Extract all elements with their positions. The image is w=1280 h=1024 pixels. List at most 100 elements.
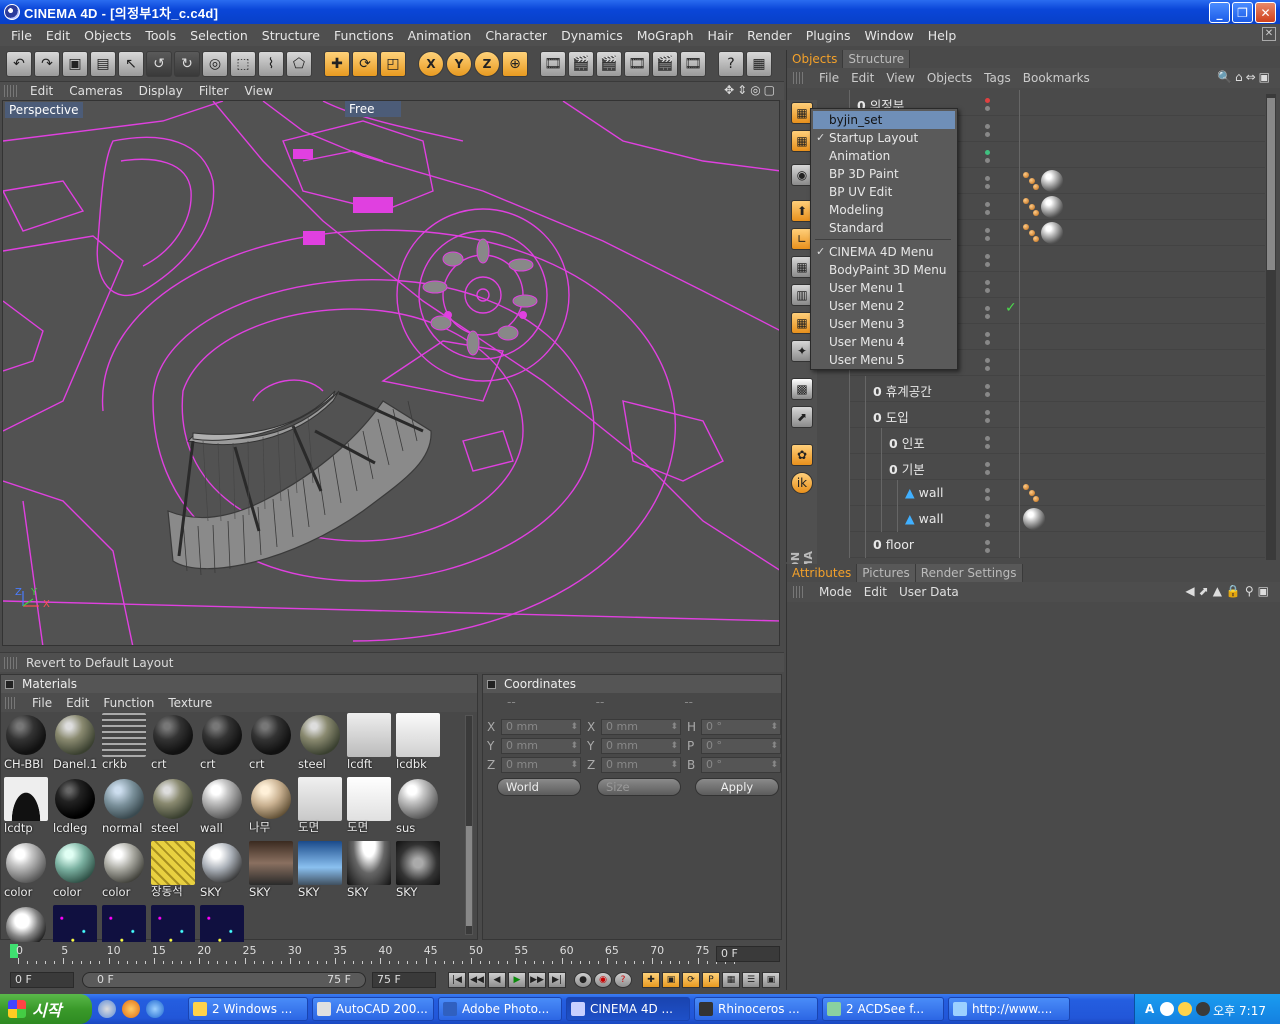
size-y-field[interactable]: 0 mm xyxy=(601,738,681,754)
visibility-dots[interactable] xyxy=(985,98,990,111)
taskbar-button[interactable]: 2 Windows ... xyxy=(188,997,308,1021)
materials-scrollbar[interactable] xyxy=(465,715,473,935)
material-swatch[interactable]: SKY xyxy=(248,841,294,901)
prev-frame-button[interactable]: ◀ xyxy=(488,972,506,988)
render-queue-icon[interactable]: 🎬 xyxy=(652,50,678,77)
language-indicator[interactable]: A xyxy=(1145,1002,1154,1016)
material-swatch[interactable]: 도면 xyxy=(346,777,392,837)
next-key-button[interactable]: ▶▶ xyxy=(528,972,546,988)
rotation-b-field[interactable]: 0 ° xyxy=(701,757,781,773)
layout-menu-item[interactable]: User Menu 5 xyxy=(813,351,955,369)
material-swatch[interactable]: sus xyxy=(395,777,441,837)
material-swatch[interactable]: crt xyxy=(199,713,245,773)
material-swatch[interactable]: SKY xyxy=(199,841,245,901)
messenger-icon[interactable] xyxy=(1178,1002,1193,1016)
key-position-icon[interactable]: ✚ xyxy=(642,972,660,988)
render-visibility-dot[interactable] xyxy=(985,210,990,215)
render-visibility-dot[interactable] xyxy=(985,288,990,293)
object-row[interactable]: 0 도입 xyxy=(849,402,1265,428)
material-swatch[interactable]: CH-BBl xyxy=(3,713,49,773)
editor-visibility-dot[interactable] xyxy=(985,332,990,337)
position-x-field[interactable]: 0 mm xyxy=(501,719,581,735)
om-menu-tags[interactable]: Tags xyxy=(978,71,1017,85)
revert-layout-button[interactable]: Revert to Default Layout xyxy=(26,656,173,670)
close-button[interactable]: ✕ xyxy=(1255,2,1276,23)
layout-menu-item[interactable]: ✓ Startup Layout xyxy=(813,129,955,147)
material-swatch[interactable]: lcdft xyxy=(346,713,392,773)
scheme-icon[interactable]: ☰ xyxy=(742,972,760,988)
visibility-dots[interactable] xyxy=(985,384,990,397)
viewport-menu-edit[interactable]: Edit xyxy=(22,84,61,98)
material-swatch[interactable]: crkb xyxy=(101,713,147,773)
key-pla-icon[interactable]: ▦ xyxy=(722,972,740,988)
editor-visibility-dot[interactable] xyxy=(985,176,990,181)
menu-character[interactable]: Character xyxy=(478,28,554,43)
editor-visibility-dot[interactable] xyxy=(985,358,990,363)
material-swatch[interactable]: 도면 xyxy=(297,777,343,837)
visibility-dots[interactable] xyxy=(985,176,990,189)
apply-button[interactable]: Apply xyxy=(695,778,779,796)
visibility-dots[interactable] xyxy=(985,436,990,449)
render-visibility-dot[interactable] xyxy=(985,262,990,267)
editor-visibility-dot[interactable] xyxy=(985,228,990,233)
object-row[interactable]: 0 인포 xyxy=(849,428,1265,454)
visibility-dots[interactable] xyxy=(985,254,990,267)
editor-visibility-dot[interactable] xyxy=(985,436,990,441)
editor-visibility-dot[interactable] xyxy=(985,280,990,285)
start-button[interactable]: 시작 xyxy=(0,994,92,1024)
object-row[interactable]: ▲ wall xyxy=(849,480,1265,506)
viewport-nav-icons[interactable]: ✥⇕◎▢ xyxy=(724,83,778,97)
material-swatch[interactable]: lcdtp xyxy=(3,777,49,837)
position-y-field[interactable]: 0 mm xyxy=(501,738,581,754)
move-icon[interactable]: ✚ xyxy=(324,50,350,77)
material-swatch[interactable]: lcdbk xyxy=(395,713,441,773)
object-tree-scrollbar[interactable] xyxy=(1266,94,1276,560)
goto-end-button[interactable]: ▶| xyxy=(548,972,566,988)
material-swatch[interactable]: Danel.1 xyxy=(52,713,98,773)
editor-visibility-dot[interactable] xyxy=(985,254,990,259)
grip-icon[interactable] xyxy=(5,696,17,709)
editor-visibility-dot[interactable] xyxy=(985,488,990,493)
end-frame-field[interactable]: 75 F xyxy=(372,972,436,988)
visibility-dots[interactable] xyxy=(985,358,990,371)
world-coords-icon[interactable]: ⊕ xyxy=(502,50,528,77)
enabled-check-icon[interactable]: ✓ xyxy=(1005,300,1017,316)
object-node[interactable]: 0 인포 xyxy=(889,433,925,452)
material-swatch[interactable]: normal xyxy=(101,777,147,837)
keyframe-selection-icon[interactable]: ? xyxy=(614,972,632,988)
network-icon[interactable] xyxy=(1160,1002,1175,1016)
layout-menu-item[interactable]: Modeling xyxy=(813,201,955,219)
material-swatch[interactable]: color xyxy=(101,841,147,901)
material-tag-icon[interactable] xyxy=(1041,196,1063,218)
menu-window[interactable]: Window xyxy=(857,28,920,43)
size-z-field[interactable]: 0 mm xyxy=(601,757,681,773)
poly-select-icon[interactable]: ⬠ xyxy=(286,50,312,77)
undo-icon[interactable]: ↶ xyxy=(6,50,32,77)
object-node[interactable]: 0 floor xyxy=(873,537,914,552)
object-node[interactable]: 0 기본 xyxy=(889,459,925,478)
grip-icon[interactable] xyxy=(4,85,18,97)
goto-start-button[interactable]: |◀ xyxy=(448,972,466,988)
material-swatch[interactable]: wall xyxy=(199,777,245,837)
tab-render-settings[interactable]: Render Settings xyxy=(915,564,1023,582)
menu-dynamics[interactable]: Dynamics xyxy=(554,28,630,43)
visibility-dots[interactable] xyxy=(985,150,990,163)
material-swatch[interactable]: 장동석 xyxy=(150,841,196,901)
tab-objects[interactable]: Objects xyxy=(787,50,844,68)
attr-menu-mode[interactable]: Mode xyxy=(813,585,858,599)
grip-icon[interactable] xyxy=(793,586,805,598)
om-nav-icons[interactable]: 🔍⌂⇔▣ xyxy=(1217,70,1273,84)
layout-menu-item[interactable]: Standard xyxy=(813,219,955,237)
material-swatch[interactable]: 나무 xyxy=(248,777,294,837)
render-batch-icon[interactable]: 🎞 xyxy=(680,50,706,77)
save-icon[interactable]: ▣ xyxy=(62,50,88,77)
texture-tag-icon[interactable] xyxy=(1023,196,1039,216)
layout-menu-item[interactable]: User Menu 3 xyxy=(813,315,955,333)
scrollbar-thumb[interactable] xyxy=(1267,98,1275,270)
material-swatch[interactable]: crt xyxy=(248,713,294,773)
menu-render[interactable]: Render xyxy=(740,28,799,43)
om-menu-view[interactable]: View xyxy=(880,71,920,85)
checker-icon[interactable]: ▩ xyxy=(791,378,813,400)
key-rotation-icon[interactable]: ⟳ xyxy=(682,972,700,988)
prev-key-button[interactable]: ◀◀ xyxy=(468,972,486,988)
